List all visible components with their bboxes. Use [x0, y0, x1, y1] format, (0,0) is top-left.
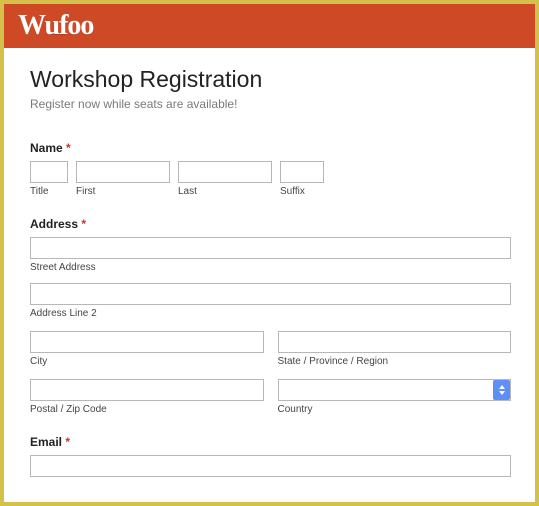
form-title: Workshop Registration — [30, 66, 511, 93]
state-sublabel: State / Province / Region — [278, 356, 512, 367]
country-select-wrap — [278, 379, 512, 401]
street-input[interactable] — [30, 237, 511, 259]
field-group-address: Address * Street Address Address Line 2 … — [30, 217, 511, 415]
name-inputs-row: Title First Last Suffix — [30, 161, 511, 197]
header-bar: Wufoo — [4, 4, 535, 48]
name-first-input[interactable] — [76, 161, 170, 183]
address-label: Address * — [30, 217, 511, 231]
name-title-col: Title — [30, 161, 68, 197]
required-mark: * — [65, 435, 70, 449]
postal-col: Postal / Zip Code — [30, 379, 264, 415]
city-state-row: City State / Province / Region — [30, 331, 511, 367]
name-title-sublabel: Title — [30, 186, 68, 197]
name-label: Name * — [30, 141, 511, 155]
field-group-name: Name * Title First Last Suffix — [30, 141, 511, 197]
line2-sublabel: Address Line 2 — [30, 308, 511, 319]
line2-row: Address Line 2 — [30, 283, 511, 319]
email-label: Email * — [30, 435, 511, 449]
state-col: State / Province / Region — [278, 331, 512, 367]
address-label-text: Address — [30, 217, 78, 231]
name-last-input[interactable] — [178, 161, 272, 183]
form-content: Workshop Registration Register now while… — [4, 48, 535, 477]
brand-logo: Wufoo — [18, 10, 93, 42]
postal-input[interactable] — [30, 379, 264, 401]
postal-country-row: Postal / Zip Code Country — [30, 379, 511, 415]
required-mark: * — [66, 141, 71, 155]
name-first-col: First — [76, 161, 170, 197]
name-suffix-col: Suffix — [280, 161, 324, 197]
name-last-col: Last — [178, 161, 272, 197]
name-suffix-sublabel: Suffix — [280, 186, 324, 197]
required-mark: * — [81, 217, 86, 231]
name-first-sublabel: First — [76, 186, 170, 197]
name-label-text: Name — [30, 141, 63, 155]
form-description: Register now while seats are available! — [30, 97, 511, 111]
page-frame: Wufoo Workshop Registration Register now… — [0, 0, 539, 506]
state-input[interactable] — [278, 331, 512, 353]
country-col: Country — [278, 379, 512, 415]
name-title-input[interactable] — [30, 161, 68, 183]
name-suffix-input[interactable] — [280, 161, 324, 183]
city-sublabel: City — [30, 356, 264, 367]
email-label-text: Email — [30, 435, 62, 449]
email-input[interactable] — [30, 455, 511, 477]
city-input[interactable] — [30, 331, 264, 353]
postal-sublabel: Postal / Zip Code — [30, 404, 264, 415]
country-sublabel: Country — [278, 404, 512, 415]
city-col: City — [30, 331, 264, 367]
street-row: Street Address — [30, 237, 511, 273]
country-select[interactable] — [278, 379, 512, 401]
field-group-email: Email * — [30, 435, 511, 477]
name-last-sublabel: Last — [178, 186, 272, 197]
line2-input[interactable] — [30, 283, 511, 305]
street-sublabel: Street Address — [30, 262, 511, 273]
